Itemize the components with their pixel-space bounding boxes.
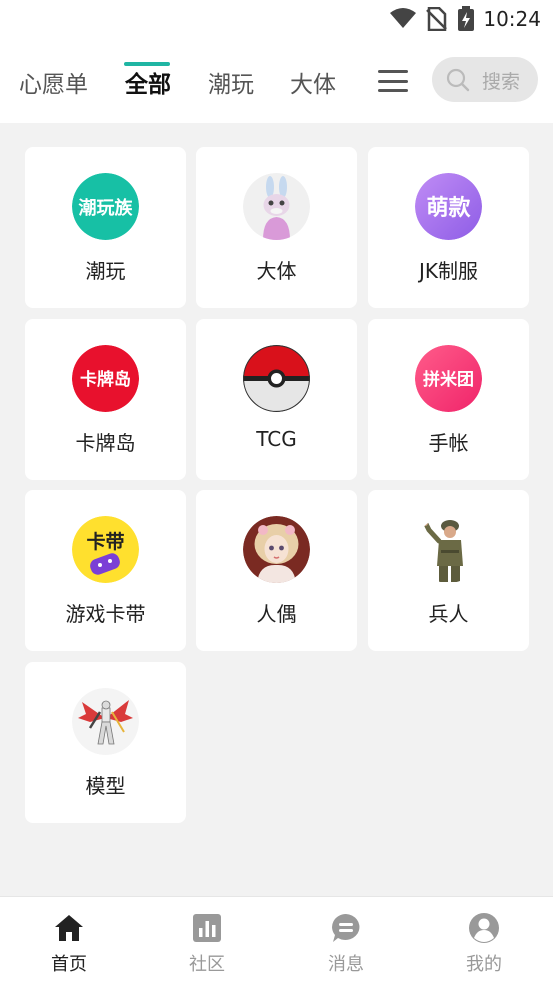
no-sim-icon xyxy=(426,7,447,31)
jk-uniform-icon: 萌款 xyxy=(415,173,482,240)
tab-large-dolls[interactable]: 大体 xyxy=(290,65,336,99)
jk-uniform-logo-text: 萌款 xyxy=(426,195,471,221)
category-card-models[interactable]: 模型 xyxy=(25,662,186,823)
rabbit-doll-icon xyxy=(243,173,310,240)
trendy-toys-logo-text: 潮玩族 xyxy=(79,197,134,219)
category-card-game-cartridge[interactable]: 卡带 游戏卡带 xyxy=(25,490,186,651)
category-label: 兵人 xyxy=(428,602,469,626)
trendy-toys-icon: 潮玩族 xyxy=(72,173,139,240)
nav-profile[interactable]: 我的 xyxy=(415,897,553,983)
category-card-trendy-toys[interactable]: 潮玩族 潮玩 xyxy=(25,147,186,308)
category-label: 卡牌岛 xyxy=(75,431,136,455)
category-card-jk-uniform[interactable]: 萌款 JK制服 xyxy=(368,147,529,308)
wifi-icon xyxy=(390,8,416,28)
category-label: JK制服 xyxy=(418,259,478,283)
game-cartridge-icon: 卡带 xyxy=(72,516,139,583)
pokeball-icon xyxy=(243,345,310,412)
nav-home-label: 首页 xyxy=(51,954,87,975)
status-time: 10:24 xyxy=(483,7,541,31)
mecha-model-icon xyxy=(72,688,139,755)
search-input[interactable]: 搜索 xyxy=(432,57,538,102)
category-label: 游戏卡带 xyxy=(65,602,146,626)
category-card-large-dolls[interactable]: 大体 xyxy=(196,147,357,308)
category-label: 潮玩 xyxy=(85,259,126,283)
search-placeholder: 搜索 xyxy=(482,71,521,93)
journal-logo-text: 拼米团 xyxy=(423,369,474,390)
chat-icon xyxy=(332,914,360,942)
menu-icon-line xyxy=(378,89,408,92)
home-icon xyxy=(55,915,83,941)
search-icon xyxy=(446,68,470,92)
bottom-nav: 首页 社区 消息 我的 xyxy=(0,896,553,983)
category-card-dolls[interactable]: 人偶 xyxy=(196,490,357,651)
chart-icon xyxy=(193,914,221,942)
active-tab-indicator xyxy=(124,62,170,66)
status-bar: 10:24 xyxy=(0,0,553,38)
menu-button[interactable] xyxy=(378,70,408,92)
journal-icon: 拼米团 xyxy=(415,345,482,412)
nav-messages-label: 消息 xyxy=(328,954,364,975)
top-bar: 10:24 心愿单 全部 潮玩 大体 搜索 xyxy=(0,0,553,123)
nav-profile-label: 我的 xyxy=(466,954,502,975)
menu-icon xyxy=(378,70,408,73)
tab-trendy-toys[interactable]: 潮玩 xyxy=(208,65,254,99)
soldier-icon xyxy=(415,516,482,583)
category-label: 人偶 xyxy=(256,602,297,626)
category-label: 模型 xyxy=(85,774,126,798)
card-island-logo-text: 卡牌岛 xyxy=(80,369,131,390)
menu-icon-line xyxy=(378,79,408,83)
nav-home[interactable]: 首页 xyxy=(0,897,138,983)
card-island-icon: 卡牌岛 xyxy=(72,345,139,412)
battery-charging-icon xyxy=(458,6,474,31)
category-card-card-island[interactable]: 卡牌岛 卡牌岛 xyxy=(25,319,186,480)
nav-community-label: 社区 xyxy=(189,954,225,975)
user-icon xyxy=(469,913,499,943)
category-card-action-figures[interactable]: 兵人 xyxy=(368,490,529,651)
category-label: 手帐 xyxy=(428,431,469,455)
tab-all[interactable]: 全部 xyxy=(125,65,171,99)
doll-icon xyxy=(243,516,310,583)
category-label: 大体 xyxy=(256,259,297,283)
game-cartridge-logo-text: 卡带 xyxy=(86,530,124,553)
category-card-journal[interactable]: 拼米团 手帐 xyxy=(368,319,529,480)
nav-messages[interactable]: 消息 xyxy=(277,897,415,983)
category-card-tcg[interactable]: TCG xyxy=(196,319,357,480)
tab-wishlist[interactable]: 心愿单 xyxy=(19,65,88,99)
category-label: TCG xyxy=(256,427,297,451)
nav-community[interactable]: 社区 xyxy=(138,897,276,983)
